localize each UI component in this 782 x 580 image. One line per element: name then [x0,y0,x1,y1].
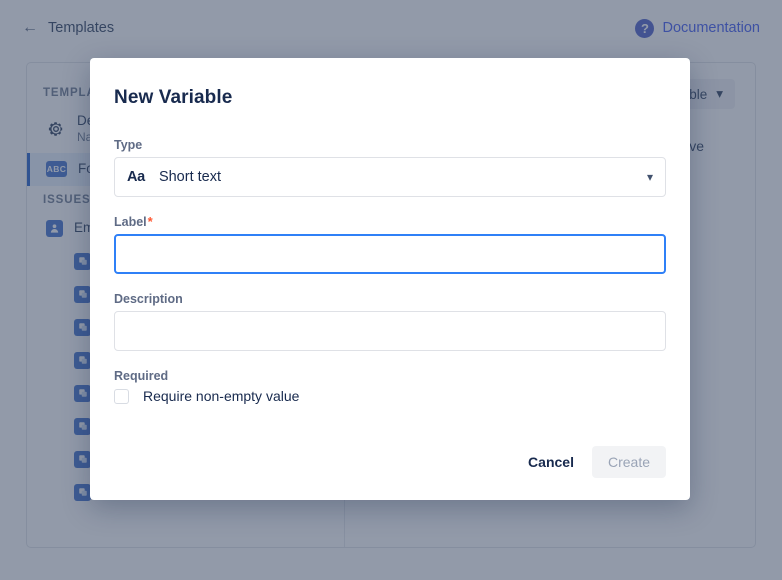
type-select[interactable]: Aa Short text ▾ [114,157,666,197]
description-input[interactable] [114,311,666,351]
create-button[interactable]: Create [592,446,666,478]
description-field-label: Description [114,292,666,306]
dialog-footer: Cancel Create [114,446,666,478]
required-label-text: Required [114,369,168,383]
label-field: Label * [114,215,666,274]
required-field-label: Required [114,369,666,383]
cancel-button[interactable]: Cancel [518,446,584,478]
new-variable-dialog: New Variable Type Aa Short text ▾ Label … [90,58,690,500]
label-label-text: Label [114,215,147,229]
require-non-empty-checkbox[interactable] [114,389,129,404]
type-field-label: Type [114,138,666,152]
description-label-text: Description [114,292,183,306]
required-field: Required Require non-empty value [114,369,666,404]
chevron-down-icon: ▾ [647,170,653,184]
dialog-title: New Variable [114,87,666,109]
app-root: ← Templates ? Documentation TEMPLATE [0,0,782,580]
label-field-label: Label * [114,215,666,229]
type-field: Type Aa Short text ▾ [114,138,666,197]
required-asterisk-icon: * [148,215,153,228]
type-select-value: Short text [159,169,633,185]
require-non-empty-row[interactable]: Require non-empty value [114,388,666,404]
label-input[interactable] [114,234,666,274]
require-non-empty-label: Require non-empty value [143,388,299,404]
type-label-text: Type [114,138,142,152]
description-field: Description [114,292,666,351]
short-text-icon: Aa [127,169,145,185]
